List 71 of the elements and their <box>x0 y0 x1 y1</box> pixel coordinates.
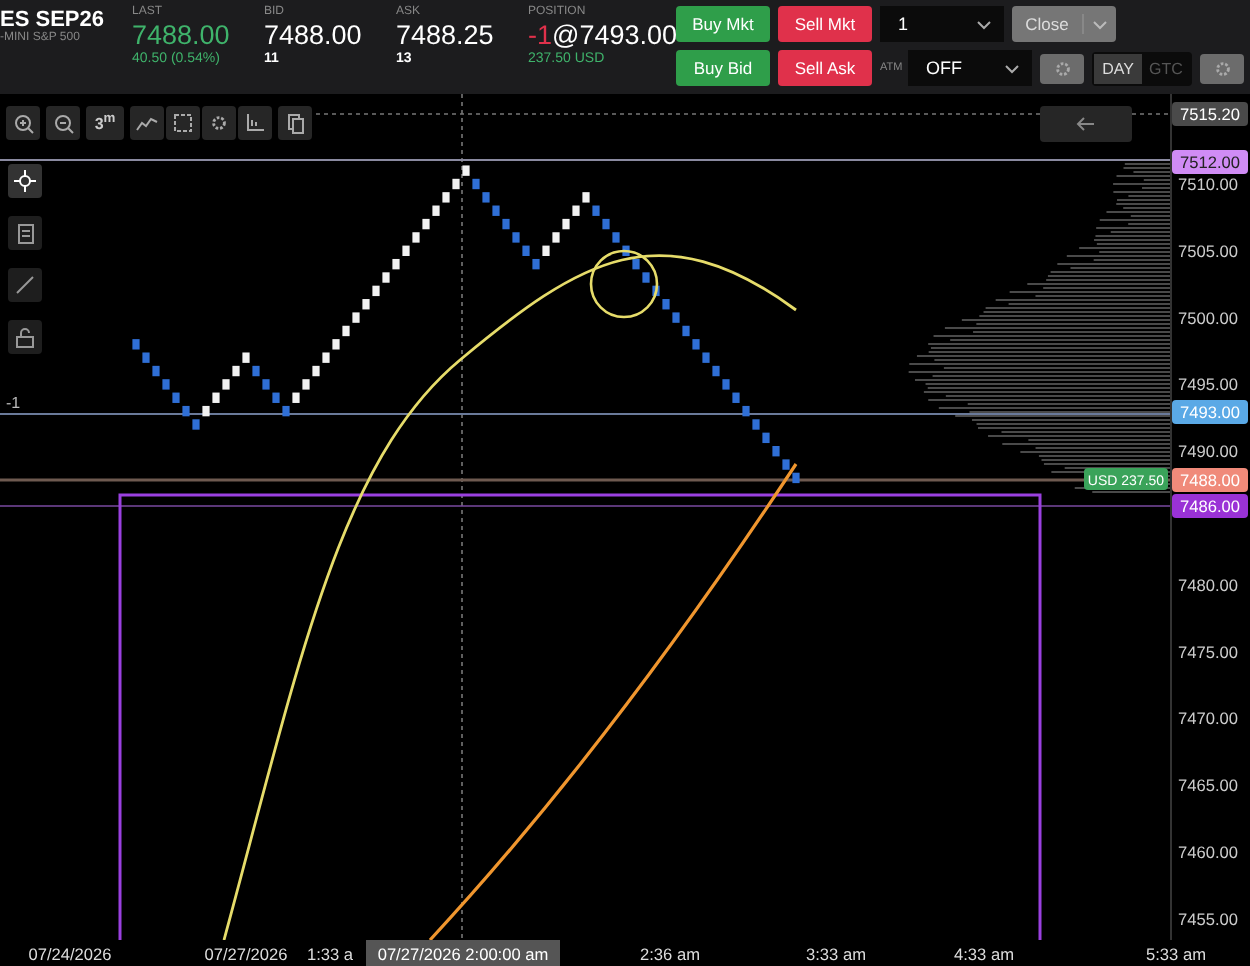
price-axis-label: 7490.00 <box>1178 441 1238 462</box>
time-axis-label: 07/27/2026 <box>204 944 288 964</box>
price-tag: 7488.00 <box>1172 468 1248 492</box>
price-axis-label: 7505.00 <box>1178 240 1238 261</box>
document-icon <box>17 223 33 243</box>
highlight-circle <box>589 249 659 319</box>
quote-value: 7488.25 <box>396 20 496 50</box>
time-axis-label: 1:33 a <box>306 944 354 964</box>
price-axis-label: 7460.00 <box>1178 842 1238 862</box>
sell-button[interactable]: Sell Ask <box>778 50 872 86</box>
axis-button[interactable] <box>238 106 272 140</box>
chevron-down-icon <box>976 19 992 29</box>
zoom-out-icon <box>53 113 73 133</box>
select-area-button[interactable] <box>166 106 200 140</box>
sell-button[interactable]: Sell Mkt <box>778 6 872 42</box>
price-axis-label: 7500.00 <box>1178 307 1238 328</box>
price-axis-label: 7475.00 <box>1178 641 1238 662</box>
settings-button[interactable] <box>202 106 236 140</box>
copy-button[interactable] <box>278 106 312 140</box>
zoom-in-button[interactable] <box>6 106 40 140</box>
price-tag: 7512.00 <box>1172 150 1248 174</box>
price-tag: 7515.20 <box>1172 102 1248 126</box>
settings-icon <box>1053 59 1071 77</box>
dropdown-field[interactable]: OFF <box>908 50 1032 86</box>
time-axis-label: 3:33 am <box>806 944 866 964</box>
line-chart-icon <box>136 115 158 131</box>
price-axis-label: 7495.00 <box>1178 374 1238 395</box>
price-axis-label: 7455.00 <box>1178 908 1238 929</box>
chevron-down-icon <box>1004 63 1020 73</box>
price-axis-label: 7470.00 <box>1178 708 1238 729</box>
line-chart-button[interactable] <box>130 106 164 140</box>
price-axis-label: 7510.00 <box>1178 174 1238 194</box>
settings-button[interactable] <box>1040 53 1084 83</box>
position-quantity: -1 <box>528 20 553 50</box>
zoom-in-icon <box>13 113 33 133</box>
time-axis-label: 2:36 am <box>640 944 700 964</box>
buy-button[interactable]: Buy Mkt <box>676 6 770 42</box>
chevron-down-icon <box>1092 19 1108 29</box>
time-in-force-option[interactable]: DAY <box>1094 53 1142 83</box>
quote-value: 7488.00 <box>264 20 364 50</box>
time-in-force-option[interactable]: GTC <box>1142 53 1190 83</box>
price-axis-label: 7465.00 <box>1178 775 1238 796</box>
position-marker: -1 <box>6 394 21 412</box>
interval-button[interactable]: 3$^{m}$ <box>86 106 124 140</box>
copy-icon <box>287 113 303 133</box>
arrow-left-icon <box>1076 116 1096 132</box>
quote-value: 7488.00 <box>132 20 232 50</box>
buy-button[interactable]: Buy Bid <box>676 50 770 86</box>
unlock-icon <box>16 327 34 347</box>
time-axis-label: 07/24/2026 <box>28 944 112 964</box>
time-axis-label: 5:33 am <box>1146 944 1206 964</box>
settings-icon <box>1213 59 1231 77</box>
dropdown-field[interactable]: 1 <box>880 6 1004 42</box>
crosshair-tool[interactable] <box>8 164 42 198</box>
note-tool[interactable] <box>8 216 42 250</box>
axis-icon <box>246 114 264 132</box>
zoom-out-button[interactable] <box>46 106 80 140</box>
line-tool[interactable] <box>8 268 42 302</box>
lock-tool[interactable] <box>8 320 42 354</box>
position-price: @7493.00 <box>552 20 678 50</box>
time-axis-label: 4:33 am <box>954 944 1014 964</box>
price-tag: 7493.00 <box>1172 400 1248 424</box>
crosshair-time-tag: 07/27/2026 2:00:00 am <box>366 940 560 966</box>
settings-icon <box>210 114 228 132</box>
settings-button[interactable] <box>1200 53 1244 83</box>
crosshair-icon <box>14 170 36 192</box>
line-icon <box>16 276 34 294</box>
instrument-symbol: ES SEP26 <box>0 8 106 32</box>
dashed-square-icon <box>174 114 192 132</box>
price-axis-label: 7480.00 <box>1178 574 1238 595</box>
price-tag: 7486.00 <box>1172 494 1248 518</box>
